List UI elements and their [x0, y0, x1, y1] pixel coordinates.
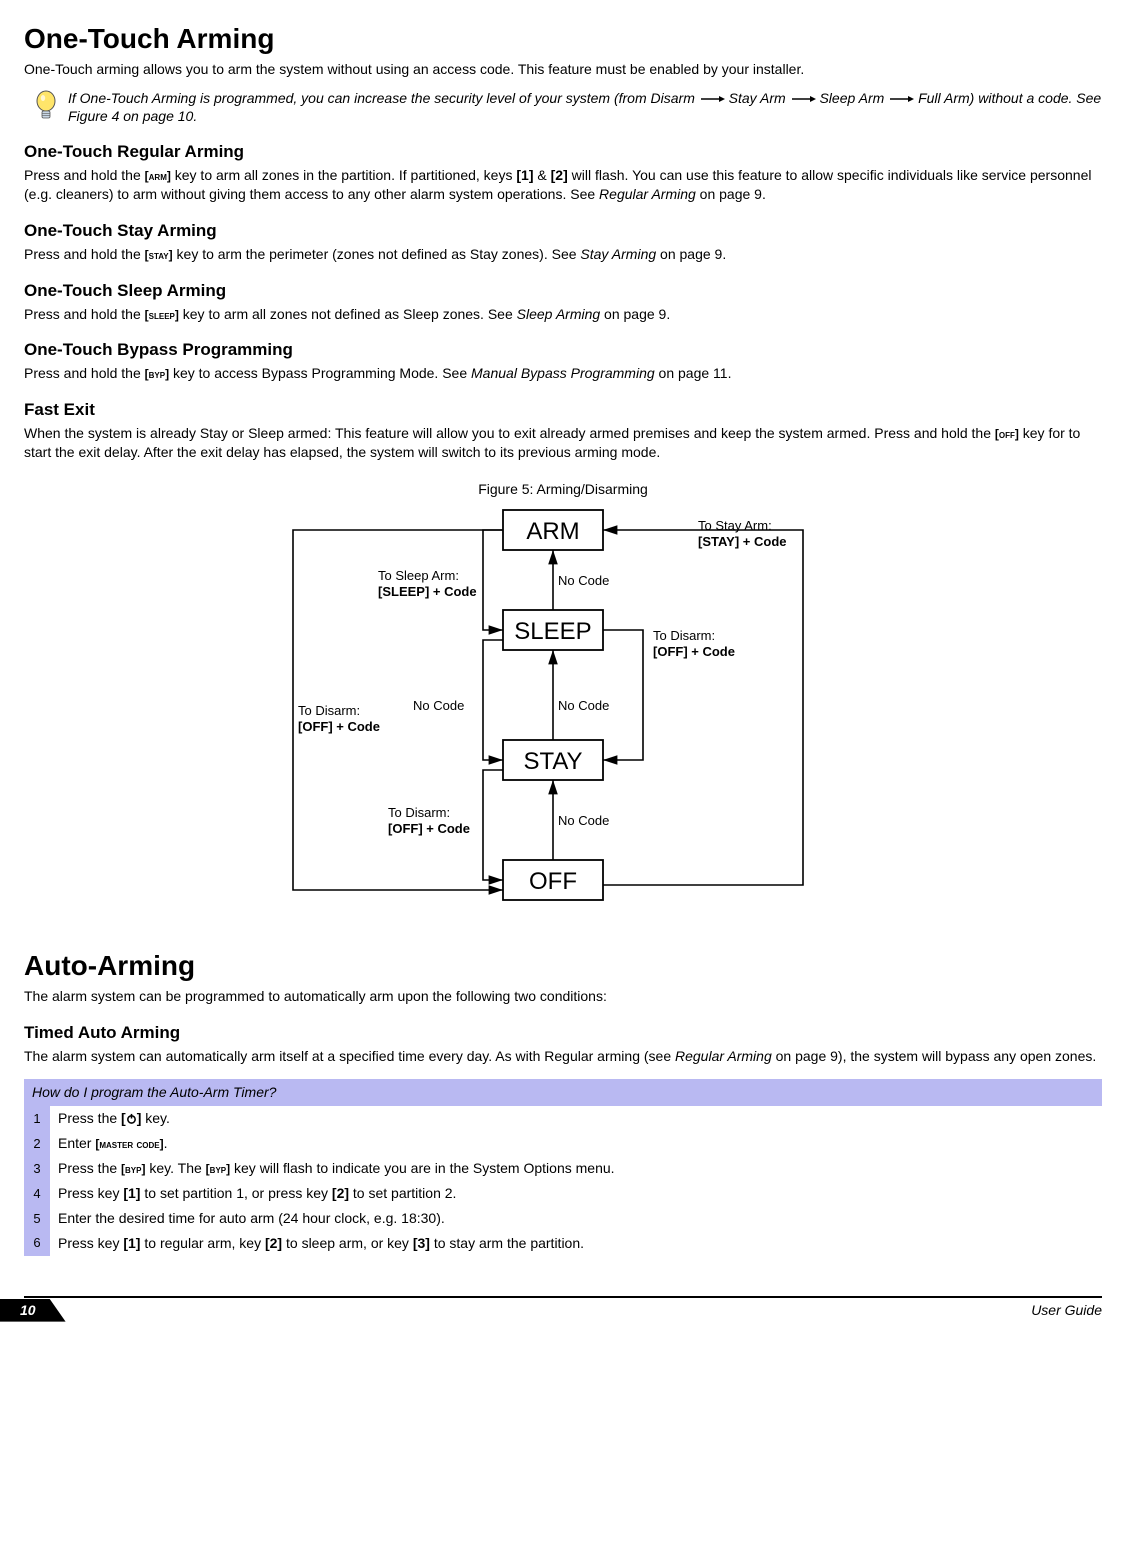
table-row: 6 Press key [1] to regular arm, key [2] …	[24, 1231, 1102, 1256]
lightbulb-icon	[34, 89, 58, 123]
intro-onetouch: One-Touch arming allows you to arm the s…	[24, 60, 1102, 79]
svg-text:No Code: No Code	[558, 813, 609, 828]
heading-timed-auto: Timed Auto Arming	[24, 1022, 1102, 1045]
heading-sleep-arming: One-Touch Sleep Arming	[24, 280, 1102, 303]
page-number: 10	[0, 1299, 66, 1322]
note-text: If One-Touch Arming is programmed, you c…	[68, 89, 1102, 125]
figure-arming-disarming: Figure 5: Arming/Disarming To Disarm: [O…	[24, 480, 1102, 925]
svg-text:ARM: ARM	[526, 518, 579, 545]
note-box: If One-Touch Arming is programmed, you c…	[24, 89, 1102, 125]
svg-text:No Code: No Code	[413, 698, 464, 713]
howto-title: How do I program the Auto-Arm Timer?	[24, 1079, 1102, 1106]
intro-auto-arming: The alarm system can be programmed to au…	[24, 987, 1102, 1006]
para-stay-arming: Press and hold the [stay] key to arm the…	[24, 245, 1102, 264]
table-row: 1 Press the [] key.	[24, 1106, 1102, 1131]
figure-caption: Figure 5: Arming/Disarming	[478, 480, 648, 499]
svg-text:[OFF] + Code: [OFF] + Code	[298, 719, 380, 734]
heading-fast-exit: Fast Exit	[24, 399, 1102, 422]
svg-text:STAY: STAY	[523, 748, 582, 775]
heading-auto-arming: Auto-Arming	[24, 947, 1102, 985]
para-fast-exit: When the system is already Stay or Sleep…	[24, 424, 1102, 462]
heading-onetouch-arming: One-Touch Arming	[24, 20, 1102, 58]
table-row: 4 Press key [1] to set partition 1, or p…	[24, 1181, 1102, 1206]
heading-stay-arming: One-Touch Stay Arming	[24, 220, 1102, 243]
arrow-right-icon	[888, 94, 914, 104]
howto-table: How do I program the Auto-Arm Timer? 1 P…	[24, 1079, 1102, 1255]
svg-text:To Disarm:: To Disarm:	[653, 628, 715, 643]
svg-text:SLEEP: SLEEP	[514, 618, 591, 645]
arrow-right-icon	[790, 94, 816, 104]
svg-text:[OFF] + Code: [OFF] + Code	[388, 821, 470, 836]
arming-disarming-diagram: To Disarm: [OFF] + Code To Sleep Arm: [S…	[223, 505, 903, 925]
svg-text:No Code: No Code	[558, 698, 609, 713]
para-sleep-arming: Press and hold the [sleep] key to arm al…	[24, 305, 1102, 324]
table-row: 2 Enter [master code].	[24, 1131, 1102, 1156]
heading-regular-arming: One-Touch Regular Arming	[24, 141, 1102, 164]
svg-text:To Stay Arm:: To Stay Arm:	[698, 518, 772, 533]
para-bypass-programming: Press and hold the [byp] key to access B…	[24, 364, 1102, 383]
table-row: 5 Enter the desired time for auto arm (2…	[24, 1206, 1102, 1231]
power-icon	[126, 1113, 137, 1124]
para-timed-auto: The alarm system can automatically arm i…	[24, 1047, 1102, 1066]
page-footer: 10 User Guide	[24, 1296, 1102, 1322]
svg-text:To Disarm:: To Disarm:	[298, 703, 360, 718]
svg-text:No Code: No Code	[558, 573, 609, 588]
svg-text:OFF: OFF	[529, 868, 577, 895]
arrow-right-icon	[699, 94, 725, 104]
footer-title: User Guide	[1031, 1301, 1102, 1320]
heading-bypass-programming: One-Touch Bypass Programming	[24, 339, 1102, 362]
svg-text:[OFF] + Code: [OFF] + Code	[653, 644, 735, 659]
svg-text:[STAY] + Code: [STAY] + Code	[698, 534, 787, 549]
table-row: 3 Press the [byp] key. The [byp] key wil…	[24, 1156, 1102, 1181]
svg-text:[SLEEP] + Code: [SLEEP] + Code	[378, 584, 477, 599]
para-regular-arming: Press and hold the [arm] key to arm all …	[24, 166, 1102, 204]
svg-text:To Sleep Arm:: To Sleep Arm:	[378, 568, 459, 583]
svg-text:To Disarm:: To Disarm:	[388, 805, 450, 820]
